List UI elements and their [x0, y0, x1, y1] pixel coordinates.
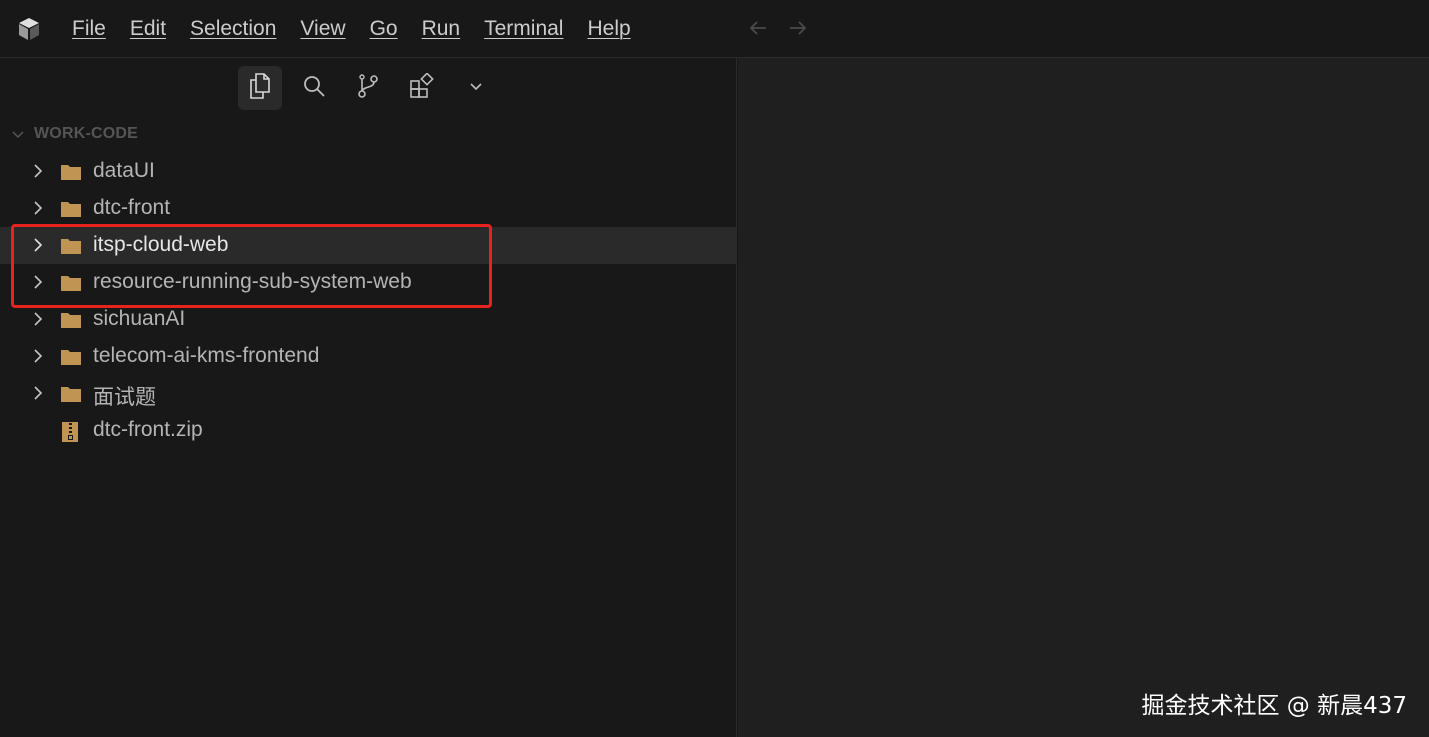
folder-icon	[60, 347, 82, 367]
folder-icon	[60, 199, 82, 219]
tree-item-folder-selected[interactable]: itsp-cloud-web	[0, 227, 737, 264]
more-views-button[interactable]	[454, 66, 498, 110]
tree-item-label: 面试题	[93, 386, 156, 409]
source-control-button[interactable]	[346, 66, 390, 110]
file-tree: dataUI dtc-front itsp-cloud-web resource…	[0, 153, 737, 449]
tree-item-folder[interactable]: 面试题	[0, 375, 737, 412]
chevron-right-icon	[30, 385, 46, 401]
folder-icon	[60, 273, 82, 293]
workspace-section-header[interactable]: WORK-CODE	[0, 122, 737, 148]
extensions-icon	[409, 71, 435, 104]
tree-item-label: dtc-front.zip	[93, 418, 203, 441]
tree-item-folder[interactable]: dataUI	[0, 153, 737, 190]
tree-item-label: dataUI	[93, 159, 155, 182]
menu-go[interactable]: Go	[358, 17, 410, 41]
search-icon	[302, 74, 326, 103]
folder-icon	[60, 310, 82, 330]
menu-selection[interactable]: Selection	[178, 17, 288, 41]
chevron-right-icon	[30, 200, 46, 216]
tree-item-label: itsp-cloud-web	[93, 233, 229, 256]
menu-edit[interactable]: Edit	[118, 17, 178, 41]
title-bar: File Edit Selection View Go Run Terminal…	[0, 0, 1429, 58]
folder-icon	[60, 236, 82, 256]
tree-item-label: resource-running-sub-system-web	[93, 270, 412, 293]
tree-item-folder[interactable]: telecom-ai-kms-frontend	[0, 338, 737, 375]
chevron-right-icon	[30, 311, 46, 327]
source-control-icon	[356, 73, 380, 104]
app-logo-icon	[16, 16, 42, 42]
tree-item-folder[interactable]: dtc-front	[0, 190, 737, 227]
menu-terminal[interactable]: Terminal	[472, 17, 575, 41]
folder-icon	[60, 162, 82, 182]
chevron-down-icon	[10, 126, 26, 142]
editor-area	[738, 58, 1429, 737]
chevron-right-icon	[30, 274, 46, 290]
menu-file[interactable]: File	[60, 17, 118, 41]
chevron-right-icon	[30, 163, 46, 179]
menu-view[interactable]: View	[288, 17, 357, 41]
chevron-right-icon	[30, 237, 46, 253]
tree-item-file[interactable]: dtc-front.zip	[0, 412, 737, 449]
tree-item-label: dtc-front	[93, 196, 171, 219]
tree-item-folder[interactable]: sichuanAI	[0, 301, 737, 338]
explorer-sidebar: WORK-CODE dataUI dtc-front itsp-cloud-we…	[0, 58, 737, 737]
forward-arrow-icon[interactable]	[784, 12, 812, 44]
tree-item-label: telecom-ai-kms-frontend	[93, 344, 320, 367]
zip-file-icon	[60, 421, 82, 442]
menu-help[interactable]: Help	[575, 17, 642, 41]
menu-bar: File Edit Selection View Go Run Terminal…	[60, 0, 643, 58]
sidebar-toolbar	[238, 66, 498, 110]
chevron-down-icon	[467, 77, 485, 100]
folder-icon	[60, 384, 82, 404]
extensions-button[interactable]	[400, 66, 444, 110]
menu-run[interactable]: Run	[410, 17, 473, 41]
watermark-text: 掘金技术社区 @ 新晨437	[1141, 693, 1407, 719]
back-arrow-icon[interactable]	[744, 12, 772, 44]
search-button[interactable]	[292, 66, 336, 110]
tree-item-folder[interactable]: resource-running-sub-system-web	[0, 264, 737, 301]
navigation-arrows	[744, 12, 812, 44]
tree-item-label: sichuanAI	[93, 307, 186, 330]
explorer-button[interactable]	[238, 66, 282, 110]
chevron-right-icon	[30, 348, 46, 364]
workspace-title: WORK-CODE	[34, 125, 139, 142]
explorer-icon	[248, 72, 272, 104]
